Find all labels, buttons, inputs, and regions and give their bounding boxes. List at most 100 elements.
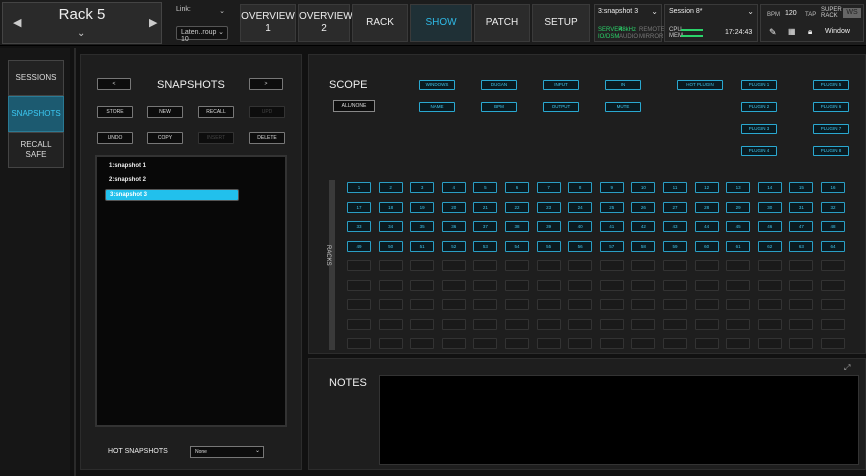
- rack-cell[interactable]: 17: [347, 201, 371, 213]
- rack-cell[interactable]: 58: [631, 240, 656, 252]
- session-select-box[interactable]: Session 8* ⌄ CPU MEM 17:24:43: [664, 4, 758, 42]
- delete-button[interactable]: DELETE: [249, 132, 285, 144]
- list-item[interactable]: 2:snapshot 2: [105, 175, 239, 187]
- tap-button[interactable]: TAP: [805, 12, 816, 18]
- rack-cell[interactable]: 44: [694, 221, 719, 232]
- plugin-4-button[interactable]: PLUGIN 4: [741, 146, 777, 156]
- rack-cell[interactable]: 50: [378, 240, 403, 252]
- undo-button[interactable]: UNDO: [97, 132, 133, 144]
- sidebar-item-snapshots[interactable]: SNAPSHOTS: [8, 96, 64, 132]
- link-select[interactable]: ⌄: [176, 6, 228, 20]
- tab-show[interactable]: SHOW: [410, 4, 472, 42]
- rack-cell[interactable]: 7: [536, 182, 561, 193]
- rack-cell[interactable]: 13: [726, 182, 751, 193]
- rack-cell[interactable]: 10: [631, 182, 656, 193]
- insert-button[interactable]: INSERT: [198, 132, 234, 144]
- rack-cell[interactable]: 61: [726, 240, 751, 252]
- rack-cell[interactable]: 60: [694, 240, 719, 252]
- rack-cell[interactable]: 9: [599, 182, 624, 193]
- rack-cell[interactable]: 59: [663, 240, 687, 252]
- rack-cell[interactable]: 14: [757, 182, 782, 193]
- rack-cell[interactable]: 8: [568, 182, 593, 193]
- tab-setup[interactable]: SETUP: [532, 4, 590, 42]
- rack-cell[interactable]: 12: [694, 182, 719, 193]
- rack-cell[interactable]: 29: [726, 201, 751, 213]
- rack-cell[interactable]: 25: [599, 201, 624, 213]
- plugin-6-button[interactable]: PLUGIN 6: [813, 102, 849, 112]
- scope-output-button[interactable]: OUTPUT: [543, 102, 579, 112]
- rack-selector[interactable]: ◀ Rack 5 ▶ ⌄: [2, 2, 162, 44]
- rack-cell[interactable]: 62: [757, 240, 782, 252]
- list-item[interactable]: 1:snapshot 1: [105, 161, 239, 173]
- update-button[interactable]: UPD: [249, 106, 285, 118]
- sidebar-item-sessions[interactable]: SESSIONS: [8, 60, 64, 96]
- rack-cell[interactable]: 11: [663, 182, 687, 193]
- scope-in-button[interactable]: IN: [605, 80, 641, 90]
- rack-cell[interactable]: 5: [473, 182, 498, 193]
- prev-snapshot-button[interactable]: <: [97, 78, 131, 90]
- rack-cell[interactable]: 40: [568, 221, 593, 232]
- notes-textarea[interactable]: [379, 375, 859, 465]
- rack-cell[interactable]: 2: [378, 182, 403, 193]
- rack-cell[interactable]: 55: [536, 240, 561, 252]
- plugin-8-button[interactable]: PLUGIN 8: [813, 146, 849, 156]
- rack-cell[interactable]: 27: [663, 201, 687, 213]
- rack-cell[interactable]: 37: [473, 221, 498, 232]
- session-select[interactable]: Session 8*: [669, 8, 702, 15]
- rack-cell[interactable]: 46: [757, 221, 782, 232]
- rack-cell[interactable]: 33: [347, 221, 371, 232]
- rack-cell[interactable]: 39: [536, 221, 561, 232]
- rack-cell[interactable]: 4: [441, 182, 466, 193]
- rack-cell[interactable]: 22: [505, 201, 529, 213]
- rack-cell[interactable]: 19: [410, 201, 435, 213]
- rack-cell[interactable]: 48: [821, 221, 845, 232]
- rack-cell[interactable]: 31: [789, 201, 814, 213]
- rack-cell[interactable]: 53: [473, 240, 498, 252]
- rack-cell[interactable]: 35: [410, 221, 435, 232]
- scope-dugan-button[interactable]: DUGAN: [481, 80, 517, 90]
- scope-bpm-button[interactable]: BPM: [481, 102, 517, 112]
- group-select[interactable]: Laten..roup 10 ⌄: [176, 26, 228, 43]
- rack-cell[interactable]: 23: [536, 201, 561, 213]
- rack-cell[interactable]: 20: [441, 201, 466, 213]
- rack-cell[interactable]: 3: [410, 182, 435, 193]
- plugin-1-button[interactable]: PLUGIN 1: [741, 80, 777, 90]
- recall-button[interactable]: RECALL: [198, 106, 234, 118]
- rack-cell[interactable]: 51: [410, 240, 435, 252]
- copy-button[interactable]: COPY: [147, 132, 183, 144]
- chevron-down-icon[interactable]: ⌄: [77, 28, 85, 39]
- keyboard-icon[interactable]: ▦: [788, 27, 796, 36]
- bpm-value[interactable]: 120: [785, 10, 797, 17]
- rack-cell[interactable]: 36: [441, 221, 466, 232]
- scope-windows-button[interactable]: WINDOWS: [419, 80, 455, 90]
- rack-cell[interactable]: 1: [347, 182, 371, 193]
- sidebar-item-recall-safe[interactable]: RECALL SAFE: [8, 132, 64, 168]
- tab-patch[interactable]: PATCH: [474, 4, 530, 42]
- scope-name-button[interactable]: NAME: [419, 102, 455, 112]
- rack-cell[interactable]: 41: [599, 221, 624, 232]
- rack-cell[interactable]: 43: [663, 221, 687, 232]
- rack-cell[interactable]: 52: [441, 240, 466, 252]
- rack-cell[interactable]: 57: [599, 240, 624, 252]
- hot-snapshots-select[interactable]: None ⌄: [190, 446, 264, 458]
- all-none-button[interactable]: ALL/NONE: [333, 100, 375, 112]
- rack-cell[interactable]: 63: [789, 240, 814, 252]
- snapshot-list[interactable]: 1:snapshot 1 2:snapshot 2 3:snapshot 3: [95, 155, 287, 427]
- scope-mute-button[interactable]: MUTE: [605, 102, 641, 112]
- rack-cell[interactable]: 18: [378, 201, 403, 213]
- rack-cell[interactable]: 56: [568, 240, 593, 252]
- store-button[interactable]: STORE: [97, 106, 133, 118]
- rack-cell[interactable]: 49: [347, 240, 371, 252]
- rack-cell[interactable]: 45: [726, 221, 751, 232]
- chevron-down-icon[interactable]: ⌄: [651, 7, 658, 16]
- hot-plugin-button[interactable]: HOT PLUGIN: [677, 80, 723, 90]
- rack-cell[interactable]: 54: [505, 240, 529, 252]
- rack-cell[interactable]: 42: [631, 221, 656, 232]
- plugin-7-button[interactable]: PLUGIN 7: [813, 124, 849, 134]
- tab-overview-2[interactable]: OVERVIEW 2: [298, 4, 353, 42]
- scope-input-button[interactable]: INPUT: [543, 80, 579, 90]
- edit-icon[interactable]: ✎: [769, 27, 777, 38]
- plugin-5-button[interactable]: PLUGIN 5: [813, 80, 849, 90]
- next-rack-icon[interactable]: ▶: [149, 16, 157, 29]
- expand-icon[interactable]: ⤢: [844, 363, 850, 373]
